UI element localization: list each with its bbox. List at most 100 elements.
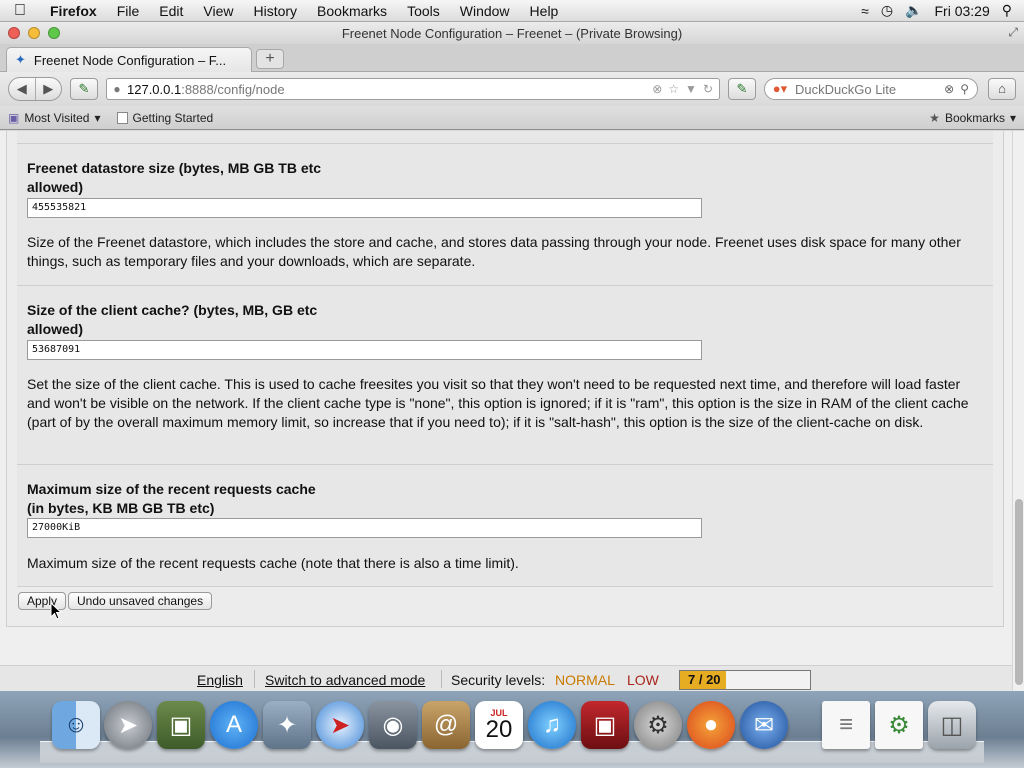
language-link[interactable]: English (197, 672, 243, 688)
divider (254, 670, 255, 688)
zoom-window-button[interactable] (48, 27, 60, 39)
page-content: Freenet datastore size (bytes, MB GB TB … (0, 131, 1012, 691)
tab-freenet-config[interactable]: ✦ Freenet Node Configuration – F... (6, 47, 252, 72)
calendar-day: 20 (485, 715, 513, 743)
forward-arrow-icon[interactable]: ▶ (36, 78, 62, 100)
option-label: Maximum size of the recent requests cach… (27, 481, 316, 516)
dropdown-arrow-icon: ▾ (94, 110, 101, 125)
document-icon-2[interactable]: ⚙ (875, 701, 923, 749)
option-label: Size of the client cache? (bytes, MB, GB… (27, 302, 318, 337)
client-cache-size-input[interactable]: 53687091 (27, 340, 702, 360)
url-path: :8888/config/node (181, 81, 285, 97)
dock: ☺ ➤ ▣ A ✦ ➤ ◉ @ JUL 20 ♫ ▣ ⚙ ● ✉ ≡ ⚙ ◫ (0, 691, 1024, 768)
url-host: 127.0.0.1 (127, 81, 182, 97)
app-store-icon[interactable]: A (210, 701, 258, 749)
freenet-toolbar-button-2[interactable]: ✎ (728, 78, 756, 100)
divider (441, 670, 442, 688)
reload-icon[interactable]: ↻ (703, 82, 713, 96)
search-icon[interactable]: ⚲ (960, 82, 969, 96)
site-identity-icon[interactable]: ● (107, 82, 127, 96)
close-window-button[interactable] (8, 27, 20, 39)
feather-icon[interactable]: ✦ (263, 701, 311, 749)
apple-menu-icon[interactable]:  (0, 2, 40, 20)
clear-url-icon[interactable]: ⊗ (652, 82, 662, 96)
menu-bookmarks[interactable]: Bookmarks (307, 3, 397, 19)
getting-started-label: Getting Started (132, 110, 214, 125)
url-bar[interactable]: ● 127.0.0.1 :8888/config/node ⊗ ☆ ▼ ↻ (106, 78, 720, 100)
option-recent-requests-cache: Maximum size of the recent requests cach… (17, 465, 993, 587)
search-bar[interactable]: ●▾ DuckDuckGo Lite ⊗ ⚲ (764, 78, 978, 100)
itunes-icon[interactable]: ♫ (528, 701, 576, 749)
clear-search-icon[interactable]: ⊗ (944, 82, 954, 96)
page-icon (116, 111, 128, 124)
scrollbar-thumb[interactable] (1015, 499, 1023, 685)
recent-requests-cache-input[interactable]: 27000KiB (27, 518, 702, 538)
freenet-toolbar-button[interactable]: ✎ (70, 78, 98, 100)
menu-view[interactable]: View (193, 3, 243, 19)
menu-history[interactable]: History (243, 3, 307, 19)
most-visited-icon: ▣ (8, 110, 20, 125)
option-description: Set the size of the client cache. This i… (27, 376, 969, 430)
time-machine-icon[interactable]: ◷ (881, 2, 893, 19)
system-preferences-icon[interactable]: ⚙ (634, 701, 682, 749)
minimize-window-button[interactable] (28, 27, 40, 39)
launchpad-icon[interactable]: ➤ (104, 701, 152, 749)
trash-icon[interactable]: ◫ (928, 701, 976, 749)
advanced-mode-link[interactable]: Switch to advanced mode (265, 672, 425, 688)
preview-icon[interactable]: ▣ (157, 701, 205, 749)
most-visited-label: Most Visited (24, 110, 90, 125)
home-button[interactable]: ⌂ (988, 78, 1016, 100)
option-label: Freenet datastore size (bytes, MB GB TB … (27, 160, 322, 195)
menu-tools[interactable]: Tools (397, 3, 450, 19)
menu-app-name[interactable]: Firefox (40, 3, 107, 19)
mouse-pointer-icon (50, 602, 62, 620)
finder-icon[interactable]: ☺ (52, 701, 100, 749)
status-footer: English Switch to advanced mode Security… (0, 665, 1012, 691)
document-icon[interactable]: ≡ (822, 701, 870, 749)
tab-title: Freenet Node Configuration – F... (33, 52, 227, 68)
bookmark-star-icon[interactable]: ☆ (668, 82, 679, 96)
config-panel: Freenet datastore size (bytes, MB GB TB … (6, 131, 1004, 627)
navigation-toolbar: ◀ ▶ ✎ ● 127.0.0.1 :8888/config/node ⊗ ☆ … (0, 72, 1024, 106)
menu-edit[interactable]: Edit (149, 3, 193, 19)
option-description: Maximum size of the recent requests cach… (27, 555, 519, 571)
photo-booth-icon[interactable]: ▣ (581, 701, 629, 749)
duckduckgo-engine-icon[interactable]: ●▾ (765, 81, 795, 97)
clock[interactable]: Fri 03:29 (934, 3, 989, 19)
calendar-icon[interactable]: JUL 20 (475, 701, 523, 749)
address-book-icon[interactable]: @ (422, 701, 470, 749)
datastore-size-input[interactable]: 455535821 (27, 198, 702, 218)
volume-icon[interactable]: 🔈 (905, 2, 922, 19)
bookmarks-menu-button[interactable]: ★ Bookmarks ▾ (921, 111, 1024, 125)
most-visited-menu[interactable]: ▣ Most Visited ▾ (0, 111, 109, 125)
undo-changes-button[interactable]: Undo unsaved changes (68, 592, 213, 610)
bookmarks-toolbar: ▣ Most Visited ▾ Getting Started ★ Bookm… (0, 106, 1024, 130)
facetime-icon[interactable]: ◉ (369, 701, 417, 749)
back-arrow-icon[interactable]: ◀ (9, 78, 36, 100)
tab-strip: ✦ Freenet Node Configuration – F... + (0, 44, 1024, 72)
menu-file[interactable]: File (107, 3, 150, 19)
vertical-scrollbar[interactable] (1012, 131, 1024, 691)
history-dropdown-icon[interactable]: ▼ (685, 82, 697, 96)
peers-count: 7 / 20 (688, 672, 721, 687)
new-tab-button[interactable]: + (256, 49, 284, 69)
freenet-favicon-icon: ✦ (15, 52, 26, 67)
menu-bar:  Firefox File Edit View History Bookmar… (0, 0, 1024, 22)
peers-progress-bar: 7 / 20 (679, 670, 811, 690)
spotlight-icon[interactable]: ⚲ (1002, 2, 1012, 19)
network-icon[interactable]: ≈ (861, 3, 869, 19)
menu-window[interactable]: Window (450, 3, 520, 19)
thunderbird-icon[interactable]: ✉ (740, 701, 788, 749)
window-title-bar: Freenet Node Configuration – Freenet – (… (0, 22, 1024, 44)
menu-help[interactable]: Help (520, 3, 569, 19)
safari-icon[interactable]: ➤ (316, 701, 364, 749)
network-security-level[interactable]: NORMAL (555, 672, 615, 688)
option-datastore-size: Freenet datastore size (bytes, MB GB TB … (17, 144, 993, 286)
firefox-icon[interactable]: ● (687, 701, 735, 749)
fullscreen-icon[interactable]: ⤢ (1008, 25, 1018, 40)
getting-started-bookmark[interactable]: Getting Started (109, 111, 222, 125)
physical-security-level[interactable]: LOW (627, 672, 659, 688)
window-title: Freenet Node Configuration – Freenet – (… (341, 25, 683, 41)
search-input[interactable]: DuckDuckGo Lite (795, 82, 896, 97)
security-levels-label: Security levels: (451, 672, 546, 688)
